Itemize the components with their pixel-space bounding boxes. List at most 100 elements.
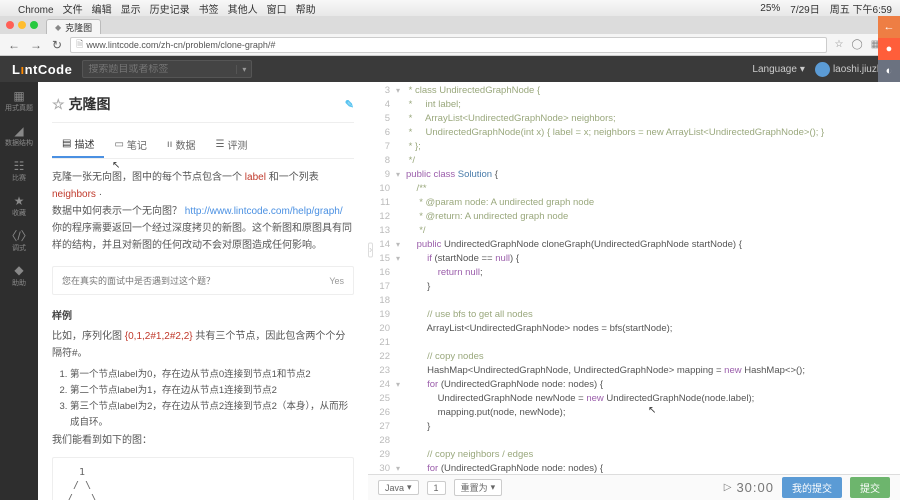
fold-icon[interactable] <box>396 112 406 126</box>
fold-icon[interactable]: ▾ <box>396 462 406 474</box>
code-line[interactable]: 4 * int label; <box>368 98 900 112</box>
search-box[interactable]: ▾ <box>82 60 252 78</box>
fold-icon[interactable] <box>396 98 406 112</box>
fold-icon[interactable] <box>396 210 406 224</box>
star-icon[interactable]: ☆ <box>835 39 844 50</box>
fold-icon[interactable]: ▾ <box>396 378 406 392</box>
mac-menu-item[interactable]: 窗口 <box>267 5 287 16</box>
fold-icon[interactable]: ▾ <box>396 238 406 252</box>
nav-fwd-icon[interactable]: → <box>28 38 44 52</box>
code-line[interactable]: 15▾ if (startNode == null) { <box>368 252 900 266</box>
num-select[interactable]: 1 <box>427 481 446 495</box>
edit-icon[interactable]: ✎ <box>345 98 354 111</box>
code-line[interactable]: 21 <box>368 336 900 350</box>
mac-menu-item[interactable]: 显示 <box>121 5 141 16</box>
mac-menu-item[interactable]: 历史记录 <box>150 5 190 16</box>
traffic-close-icon[interactable] <box>6 21 14 29</box>
nav-back-icon[interactable]: ← <box>6 38 22 52</box>
search-input[interactable] <box>83 64 236 75</box>
code-line[interactable]: 13 */ <box>368 224 900 238</box>
code-line[interactable]: 26 mapping.put(node, newNode); <box>368 406 900 420</box>
language-menu[interactable]: Language ▾ <box>752 64 805 75</box>
sidebar-item[interactable]: ☷比赛 <box>12 160 26 183</box>
fold-icon[interactable] <box>396 266 406 280</box>
code-line[interactable]: 14▾ public UndirectedGraphNode cloneGrap… <box>368 238 900 252</box>
code-line[interactable]: 17 } <box>368 280 900 294</box>
code-line[interactable]: 6 * UndirectedGraphNode(int x) { label =… <box>368 126 900 140</box>
fold-icon[interactable] <box>396 434 406 448</box>
code-line[interactable]: 3▾ * class UndirectedGraphNode { <box>368 84 900 98</box>
fold-icon[interactable] <box>396 364 406 378</box>
code-line[interactable]: 10 /** <box>368 182 900 196</box>
problem-tab[interactable]: ▤描述 <box>52 131 104 158</box>
problem-tab[interactable]: ▭笔记 <box>104 131 156 158</box>
logo[interactable]: LıntCode <box>12 62 72 77</box>
code-line[interactable]: 16 return null; <box>368 266 900 280</box>
code-line[interactable]: 25 UndirectedGraphNode newNode = new Und… <box>368 392 900 406</box>
fold-icon[interactable] <box>396 126 406 140</box>
traffic-min-icon[interactable] <box>18 21 26 29</box>
fold-icon[interactable] <box>396 308 406 322</box>
mac-menu-item[interactable]: 文件 <box>63 5 83 16</box>
fav-star-icon[interactable]: ☆ <box>52 96 65 113</box>
code-line[interactable]: 24▾ for (UndirectedGraphNode node: nodes… <box>368 378 900 392</box>
mac-menu-item[interactable]: Chrome <box>18 5 54 16</box>
fold-icon[interactable] <box>396 406 406 420</box>
fold-icon[interactable] <box>396 196 406 210</box>
nav-reload-icon[interactable]: ↻ <box>50 38 64 52</box>
mac-menu-item[interactable]: 其他人 <box>228 5 258 16</box>
tool-misc-icon[interactable]: ◐ <box>878 60 900 82</box>
problem-tab[interactable]: ıı数据 <box>157 131 206 158</box>
help-link[interactable]: http://www.lintcode.com/help/graph/ <box>185 206 343 217</box>
search-dropdown-icon[interactable]: ▾ <box>236 65 251 74</box>
my-submissions-button[interactable]: 我的提交 <box>782 477 842 498</box>
mac-menu-item[interactable]: 帮助 <box>296 5 316 16</box>
code-line[interactable]: 22 // copy nodes <box>368 350 900 364</box>
fold-icon[interactable] <box>396 448 406 462</box>
code-line[interactable]: 30▾ for (UndirectedGraphNode node: nodes… <box>368 462 900 474</box>
tool-back-icon[interactable]: ← <box>878 16 900 38</box>
code-line[interactable]: 20 ArrayList<UndirectedGraphNode> nodes … <box>368 322 900 336</box>
code-line[interactable]: 27 } <box>368 420 900 434</box>
fold-icon[interactable] <box>396 350 406 364</box>
sidebar-item[interactable]: ◆助助 <box>12 264 26 287</box>
fold-icon[interactable] <box>396 420 406 434</box>
fold-icon[interactable] <box>396 280 406 294</box>
code-line[interactable]: 5 * ArrayList<UndirectedGraphNode> neigh… <box>368 112 900 126</box>
code-line[interactable]: 8 */ <box>368 154 900 168</box>
submit-button[interactable]: 提交 <box>850 477 890 498</box>
code-line[interactable]: 12 * @return: A undirected graph node <box>368 210 900 224</box>
sidebar-item[interactable]: 〈/〉调式 <box>5 230 32 253</box>
fold-icon[interactable] <box>396 392 406 406</box>
fold-icon[interactable] <box>396 182 406 196</box>
code-area[interactable]: 3▾ * class UndirectedGraphNode {4 * int … <box>368 82 900 474</box>
mode-select[interactable]: 重置为 ▾ <box>454 479 503 496</box>
fold-icon[interactable] <box>396 294 406 308</box>
answer-yes[interactable]: Yes <box>329 276 344 286</box>
traffic-max-icon[interactable] <box>30 21 38 29</box>
play-icon[interactable]: ▷ <box>724 482 732 493</box>
tool-record-icon[interactable]: ● <box>878 38 900 60</box>
lang-select[interactable]: Java ▾ <box>378 480 419 495</box>
fold-icon[interactable] <box>396 224 406 238</box>
fold-icon[interactable] <box>396 336 406 350</box>
fold-icon[interactable] <box>396 322 406 336</box>
sidebar-item[interactable]: ◢数据结构 <box>5 125 33 148</box>
fold-icon[interactable]: ▾ <box>396 168 406 182</box>
fold-icon[interactable] <box>396 154 406 168</box>
sidebar-item[interactable]: ▦用式真题 <box>5 90 33 113</box>
fold-icon[interactable]: ▾ <box>396 252 406 266</box>
fold-icon[interactable]: ▾ <box>396 84 406 98</box>
problem-tab[interactable]: ☰评测 <box>205 131 257 158</box>
url-field[interactable]: 🗎 www.lintcode.com/zh-cn/problem/clone-g… <box>70 37 826 53</box>
code-line[interactable]: 18 <box>368 294 900 308</box>
ext1-icon[interactable]: ◯ <box>852 39 863 50</box>
code-line[interactable]: 7 * }; <box>368 140 900 154</box>
fold-icon[interactable] <box>396 140 406 154</box>
mac-menu-item[interactable]: 编辑 <box>92 5 112 16</box>
code-line[interactable]: 19 // use bfs to get all nodes <box>368 308 900 322</box>
code-line[interactable]: 29 // copy neighbors / edges <box>368 448 900 462</box>
sidebar-item[interactable]: ★收藏 <box>12 195 26 218</box>
mac-menu-item[interactable]: 书签 <box>199 5 219 16</box>
browser-tab[interactable]: ◆ 克隆图 <box>46 19 101 34</box>
